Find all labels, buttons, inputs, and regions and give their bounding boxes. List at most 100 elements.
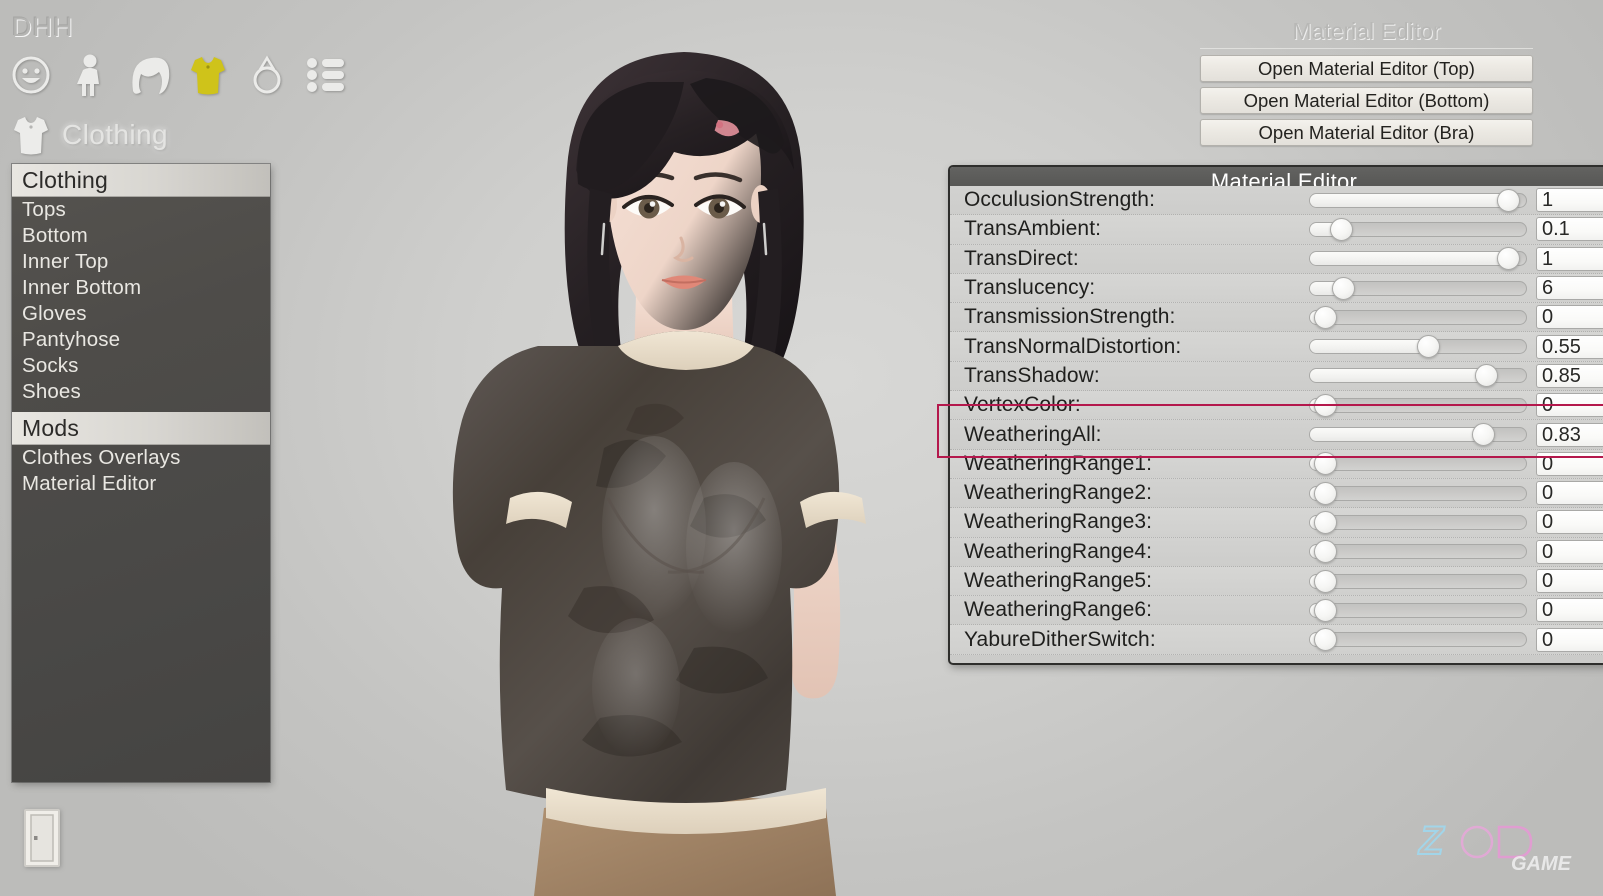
material-property-slider[interactable] bbox=[1309, 423, 1527, 447]
material-property-row: TransNormalDistortion: 0.55 bbox=[950, 332, 1603, 362]
material-property-slider[interactable] bbox=[1309, 510, 1527, 534]
material-property-value-field[interactable]: 0 bbox=[1536, 510, 1603, 535]
face-icon[interactable] bbox=[8, 52, 54, 98]
slider-knob[interactable] bbox=[1314, 481, 1338, 505]
open-material-editor-bottom-button[interactable]: Open Material Editor (Bottom) bbox=[1200, 87, 1533, 114]
material-property-slider[interactable] bbox=[1309, 569, 1527, 593]
slider-knob[interactable] bbox=[1496, 247, 1520, 271]
material-property-label: Translucency: bbox=[964, 276, 1096, 300]
material-property-slider[interactable] bbox=[1309, 481, 1527, 505]
clothing-menu-panel: Clothing Tops Bottom Inner Top Inner Bot… bbox=[12, 164, 270, 782]
svg-text:Z: Z bbox=[1418, 819, 1445, 863]
material-property-slider[interactable] bbox=[1309, 540, 1527, 564]
material-property-slider[interactable] bbox=[1309, 393, 1527, 417]
open-material-editor-top-button[interactable]: Open Material Editor (Top) bbox=[1200, 55, 1533, 82]
menu-item-inner-bottom[interactable]: Inner Bottom bbox=[12, 275, 270, 301]
hair-icon[interactable] bbox=[126, 52, 172, 98]
slider-knob[interactable] bbox=[1314, 393, 1338, 417]
open-material-editor-bra-button[interactable]: Open Material Editor (Bra) bbox=[1200, 119, 1533, 146]
material-property-slider[interactable] bbox=[1309, 305, 1527, 329]
material-property-slider[interactable] bbox=[1309, 247, 1527, 271]
material-property-label: OcculusionStrength: bbox=[964, 188, 1156, 212]
slider-knob[interactable] bbox=[1314, 540, 1338, 564]
material-property-row: WeatheringAll: 0.83 bbox=[950, 420, 1603, 450]
category-toolbar bbox=[8, 52, 349, 98]
material-property-label: TransAmbient: bbox=[964, 217, 1102, 241]
slider-knob[interactable] bbox=[1331, 276, 1355, 300]
slider-fill bbox=[1310, 252, 1509, 266]
material-property-label: WeatheringRange4: bbox=[964, 539, 1153, 563]
material-property-value-field[interactable]: 0.1 bbox=[1536, 217, 1603, 242]
material-property-value-field[interactable]: 1 bbox=[1536, 246, 1603, 271]
body-icon[interactable] bbox=[67, 52, 113, 98]
slider-knob[interactable] bbox=[1314, 452, 1338, 476]
material-property-value-field[interactable]: 0.55 bbox=[1536, 334, 1603, 359]
slider-knob[interactable] bbox=[1314, 305, 1338, 329]
material-property-label: WeatheringRange3: bbox=[964, 510, 1153, 534]
material-property-value-field[interactable]: 0 bbox=[1536, 569, 1603, 593]
slider-knob[interactable] bbox=[1314, 598, 1338, 622]
material-property-slider[interactable] bbox=[1309, 188, 1527, 212]
material-property-slider[interactable] bbox=[1309, 628, 1527, 652]
menu-spacer bbox=[12, 405, 270, 412]
menu-item-bottom[interactable]: Bottom bbox=[12, 223, 270, 249]
material-property-value-field[interactable]: 1 bbox=[1536, 188, 1603, 213]
menu-item-material-editor[interactable]: Material Editor bbox=[12, 471, 270, 497]
material-property-slider[interactable] bbox=[1309, 598, 1527, 622]
material-property-row: WeatheringRange1: 0 bbox=[950, 449, 1603, 479]
slider-knob[interactable] bbox=[1314, 628, 1338, 652]
slider-knob[interactable] bbox=[1475, 364, 1499, 388]
slider-knob[interactable] bbox=[1329, 217, 1353, 241]
material-property-value-field[interactable]: 0 bbox=[1536, 627, 1603, 652]
menu-item-pantyhose[interactable]: Pantyhose bbox=[12, 327, 270, 353]
clothing-icon-large bbox=[8, 112, 54, 158]
slider-knob[interactable] bbox=[1314, 569, 1338, 593]
material-property-slider[interactable] bbox=[1309, 364, 1527, 388]
material-property-row: WeatheringRange4: 0 bbox=[950, 537, 1603, 567]
slider-knob[interactable] bbox=[1417, 335, 1441, 359]
material-property-value-field[interactable]: 0 bbox=[1536, 393, 1603, 418]
slider-knob[interactable] bbox=[1496, 188, 1520, 212]
slider-fill bbox=[1310, 428, 1484, 442]
material-property-label: WeatheringRange1: bbox=[964, 451, 1153, 475]
material-property-label: WeatheringRange6: bbox=[964, 598, 1153, 622]
material-property-slider[interactable] bbox=[1309, 335, 1527, 359]
menu-item-socks[interactable]: Socks bbox=[12, 353, 270, 379]
slider-fill bbox=[1310, 340, 1429, 354]
list-icon[interactable] bbox=[303, 52, 349, 98]
material-property-value-field[interactable]: 0.85 bbox=[1536, 363, 1603, 388]
menu-item-inner-top[interactable]: Inner Top bbox=[12, 249, 270, 275]
material-property-label: WeatheringRange5: bbox=[964, 569, 1153, 592]
material-property-row: TransShadow: 0.85 bbox=[950, 361, 1603, 392]
material-property-label: TransmissionStrength: bbox=[964, 305, 1176, 329]
material-property-row: Translucency: 6 bbox=[950, 273, 1603, 304]
material-property-slider[interactable] bbox=[1309, 217, 1527, 241]
material-property-value-field[interactable]: 0 bbox=[1536, 451, 1603, 476]
character-model bbox=[404, 28, 964, 896]
material-property-slider[interactable] bbox=[1309, 276, 1527, 300]
material-property-value-field[interactable]: 0 bbox=[1536, 481, 1603, 506]
material-property-row: WeatheringRange5: 0 bbox=[950, 566, 1603, 597]
material-property-slider[interactable] bbox=[1309, 452, 1527, 476]
slider-fill bbox=[1310, 369, 1487, 383]
material-property-value-field[interactable]: 0 bbox=[1536, 539, 1603, 564]
material-property-label: TransNormalDistortion: bbox=[964, 334, 1182, 358]
exit-door-button[interactable] bbox=[22, 808, 62, 868]
material-property-value-field[interactable]: 6 bbox=[1536, 276, 1603, 301]
accessory-ring-icon[interactable] bbox=[244, 52, 290, 98]
menu-item-shoes[interactable]: Shoes bbox=[12, 379, 270, 405]
menu-item-clothes-overlays[interactable]: Clothes Overlays bbox=[12, 445, 270, 471]
slider-knob[interactable] bbox=[1471, 423, 1495, 447]
app-root: DHH Clothing Clothing Tops Bottom Inner … bbox=[0, 0, 1603, 896]
clothing-icon[interactable] bbox=[185, 52, 231, 98]
menu-item-gloves[interactable]: Gloves bbox=[12, 301, 270, 327]
material-property-value-field[interactable]: 0 bbox=[1536, 305, 1603, 330]
material-property-row: TransmissionStrength: 0 bbox=[950, 303, 1603, 333]
material-property-value-field[interactable]: 0 bbox=[1536, 598, 1603, 623]
slider-knob[interactable] bbox=[1314, 510, 1338, 534]
watermark-zod-game: Z GAME bbox=[1415, 812, 1575, 876]
material-property-row: WeatheringRange2: 0 bbox=[950, 478, 1603, 509]
menu-item-tops[interactable]: Tops bbox=[12, 197, 270, 223]
material-property-row: WeatheringRange3: 0 bbox=[950, 508, 1603, 538]
material-property-value-field[interactable]: 0.83 bbox=[1536, 422, 1603, 447]
